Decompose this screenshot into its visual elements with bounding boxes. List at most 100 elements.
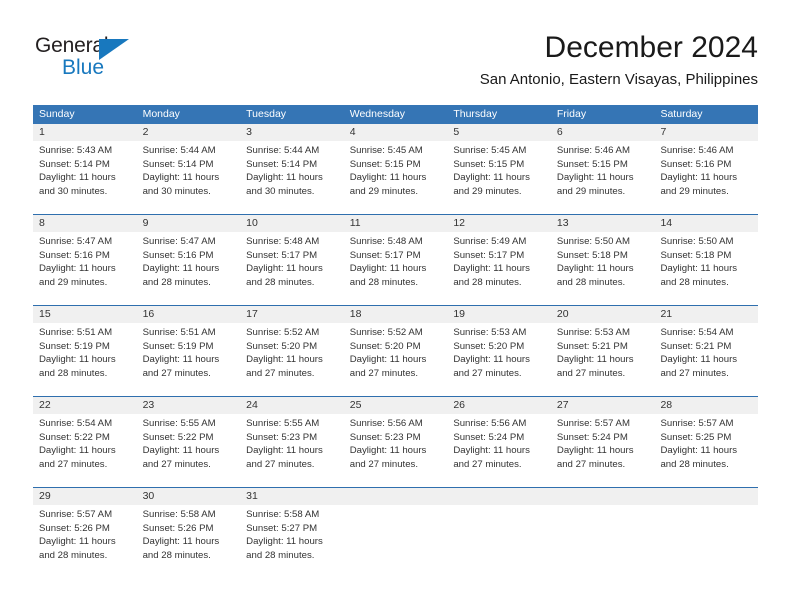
sunrise-text: Sunrise: 5:58 AM — [142, 509, 216, 520]
day-cell[interactable]: Sunrise: 5:48 AM Sunset: 5:17 PM Daylight:… — [344, 232, 448, 293]
sunset-text: Sunset: 5:16 PM — [39, 249, 110, 261]
day-number[interactable]: 21 — [654, 306, 758, 323]
day-number[interactable]: 25 — [344, 397, 448, 414]
sunrise-text: Sunrise: 5:46 AM — [660, 145, 734, 156]
sunrise-text: Sunrise: 5:44 AM — [142, 145, 216, 156]
day-cell[interactable]: Sunrise: 5:57 AM Sunset: 5:24 PM Daylight:… — [551, 414, 655, 475]
day-cell[interactable]: Sunrise: 5:56 AM Sunset: 5:24 PM Daylight:… — [447, 414, 551, 475]
day-number[interactable]: 14 — [654, 215, 758, 232]
day-cell[interactable]: Sunrise: 5:47 AM Sunset: 5:16 PM Daylight:… — [33, 232, 137, 293]
sunset-text: Sunset: 5:19 PM — [142, 340, 214, 352]
day-number[interactable]: 18 — [344, 306, 448, 323]
general-blue-logo[interactable]: General Blue — [33, 34, 153, 86]
sunset-text: Sunset: 5:25 PM — [660, 431, 732, 443]
sunrise-text: Sunrise: 5:57 AM — [556, 418, 630, 429]
weekday-header-tuesday: Tuesday — [246, 108, 287, 120]
day-number[interactable]: 29 — [33, 488, 137, 505]
day-cell[interactable]: Sunrise: 5:43 AM Sunset: 5:14 PM Daylight:… — [33, 141, 137, 202]
day-number[interactable]: 17 — [240, 306, 344, 323]
day-cell[interactable]: Sunrise: 5:47 AM Sunset: 5:16 PM Daylight:… — [137, 232, 241, 293]
day-cell[interactable]: Sunrise: 5:44 AM Sunset: 5:14 PM Daylight:… — [240, 141, 344, 202]
day-cell[interactable]: Sunrise: 5:51 AM Sunset: 5:19 PM Daylight:… — [33, 323, 137, 384]
day-cell[interactable]: Sunrise: 5:57 AM Sunset: 5:26 PM Daylight:… — [33, 505, 137, 566]
daylight-text: Daylight: 11 hours and 28 minutes. — [660, 445, 738, 470]
day-cell[interactable]: Sunrise: 5:55 AM Sunset: 5:23 PM Daylight:… — [240, 414, 344, 475]
daylight-text: Daylight: 11 hours and 30 minutes. — [246, 172, 323, 197]
day-cell[interactable]: Sunrise: 5:48 AM Sunset: 5:17 PM Daylight:… — [240, 232, 344, 293]
day-number[interactable]: 26 — [447, 397, 551, 414]
sunrise-text: Sunrise: 5:58 AM — [246, 509, 320, 520]
daylight-text: Daylight: 11 hours and 27 minutes. — [142, 445, 220, 470]
day-number-empty — [654, 488, 758, 505]
daylight-text: Daylight: 11 hours and 27 minutes. — [349, 354, 427, 379]
day-number[interactable]: 11 — [344, 215, 448, 232]
day-number[interactable]: 10 — [240, 215, 344, 232]
day-number[interactable]: 16 — [137, 306, 241, 323]
day-cell[interactable]: Sunrise: 5:55 AM Sunset: 5:22 PM Daylight:… — [137, 414, 241, 475]
day-cell[interactable]: Sunrise: 5:58 AM Sunset: 5:26 PM Daylight:… — [137, 505, 241, 566]
day-cell[interactable]: Sunrise: 5:56 AM Sunset: 5:23 PM Daylight:… — [344, 414, 448, 475]
day-cell[interactable]: Sunrise: 5:50 AM Sunset: 5:18 PM Daylight:… — [551, 232, 655, 293]
day-cell[interactable]: Sunrise: 5:57 AM Sunset: 5:25 PM Daylight:… — [654, 414, 758, 475]
daylight-text: Daylight: 11 hours and 28 minutes. — [39, 354, 116, 379]
day-number[interactable]: 27 — [551, 397, 655, 414]
day-number[interactable]: 4 — [344, 124, 448, 141]
day-number[interactable]: 24 — [240, 397, 344, 414]
day-cell[interactable]: Sunrise: 5:50 AM Sunset: 5:18 PM Daylight:… — [654, 232, 758, 293]
day-number[interactable]: 5 — [447, 124, 551, 141]
day-number[interactable]: 28 — [654, 397, 758, 414]
day-cell[interactable]: Sunrise: 5:52 AM Sunset: 5:20 PM Daylight:… — [344, 323, 448, 384]
daylight-text: Daylight: 11 hours and 28 minutes. — [660, 263, 738, 288]
day-number[interactable]: 1 — [33, 124, 137, 141]
sunset-text: Sunset: 5:23 PM — [349, 431, 421, 443]
day-number-band: 1234567 — [33, 124, 758, 141]
sunrise-text: Sunrise: 5:51 AM — [142, 327, 216, 338]
day-number[interactable]: 13 — [551, 215, 655, 232]
day-cell[interactable]: Sunrise: 5:44 AM Sunset: 5:14 PM Daylight:… — [137, 141, 241, 202]
day-number[interactable]: 22 — [33, 397, 137, 414]
day-cell[interactable]: Sunrise: 5:45 AM Sunset: 5:15 PM Daylight:… — [344, 141, 448, 202]
day-number[interactable]: 12 — [447, 215, 551, 232]
day-number-band: 8 9 10 11 12 13 14 — [33, 215, 758, 232]
daylight-text: Daylight: 11 hours and 27 minutes. — [453, 445, 530, 470]
sunset-text: Sunset: 5:21 PM — [660, 340, 732, 352]
daylight-text: Daylight: 11 hours and 29 minutes. — [349, 172, 427, 197]
day-number[interactable]: 7 — [654, 124, 758, 141]
sunset-text: Sunset: 5:15 PM — [556, 158, 628, 170]
day-number[interactable]: 8 — [33, 215, 137, 232]
sunrise-text: Sunrise: 5:57 AM — [660, 418, 734, 429]
day-number[interactable]: 2 — [137, 124, 241, 141]
day-number[interactable]: 15 — [33, 306, 137, 323]
daylight-text: Daylight: 11 hours and 28 minutes. — [142, 263, 220, 288]
day-number[interactable]: 9 — [137, 215, 241, 232]
sunset-text: Sunset: 5:24 PM — [556, 431, 628, 443]
weekday-header-sunday: Sunday — [39, 108, 75, 120]
day-cell[interactable]: Sunrise: 5:52 AM Sunset: 5:20 PM Daylight:… — [240, 323, 344, 384]
day-cell[interactable]: Sunrise: 5:51 AM Sunset: 5:19 PM Daylight:… — [137, 323, 241, 384]
daylight-text: Daylight: 11 hours and 28 minutes. — [142, 536, 220, 561]
day-number[interactable]: 20 — [551, 306, 655, 323]
day-number[interactable]: 23 — [137, 397, 241, 414]
sunset-text: Sunset: 5:24 PM — [453, 431, 525, 443]
calendar-week-row: 1 2 3 4 5 6 7 Sunrise: 5:43 AM Sunset: 5:14 PM Da… — [33, 124, 758, 202]
sunrise-text: Sunrise: 5:48 AM — [349, 236, 423, 247]
day-cell[interactable]: Sunrise: 5:54 AM Sunset: 5:21 PM Daylight:… — [654, 323, 758, 384]
day-cell[interactable]: Sunrise: 5:58 AM Sunset: 5:27 PM Daylight:… — [240, 505, 344, 566]
sunset-text: Sunset: 5:22 PM — [39, 431, 110, 443]
day-cell[interactable]: Sunrise: 5:46 AM Sunset: 5:15 PM Daylight:… — [551, 141, 655, 202]
sunrise-text: Sunrise: 5:51 AM — [39, 327, 113, 338]
day-cell[interactable]: Sunrise: 5:54 AM Sunset: 5:22 PM Daylight:… — [33, 414, 137, 475]
day-cell[interactable]: Sunrise: 5:53 AM Sunset: 5:20 PM Daylight:… — [447, 323, 551, 384]
day-number[interactable]: 30 — [137, 488, 241, 505]
weekday-header-friday: Friday — [556, 108, 587, 120]
day-number[interactable]: 31 — [240, 488, 344, 505]
day-cell[interactable]: Sunrise: 5:49 AM Sunset: 5:17 PM Daylight:… — [447, 232, 551, 293]
day-cell[interactable]: Sunrise: 5:45 AM Sunset: 5:15 PM Daylight:… — [447, 141, 551, 202]
sunrise-text: Sunrise: 5:52 AM — [246, 327, 320, 338]
day-number[interactable]: 3 — [240, 124, 344, 141]
day-number[interactable]: 19 — [447, 306, 551, 323]
day-number-empty — [551, 488, 655, 505]
day-cell[interactable]: Sunrise: 5:46 AM Sunset: 5:16 PM Daylight:… — [654, 141, 758, 202]
day-number[interactable]: 6 — [551, 124, 655, 141]
day-cell[interactable]: Sunrise: 5:53 AM Sunset: 5:21 PM Daylight:… — [551, 323, 655, 384]
